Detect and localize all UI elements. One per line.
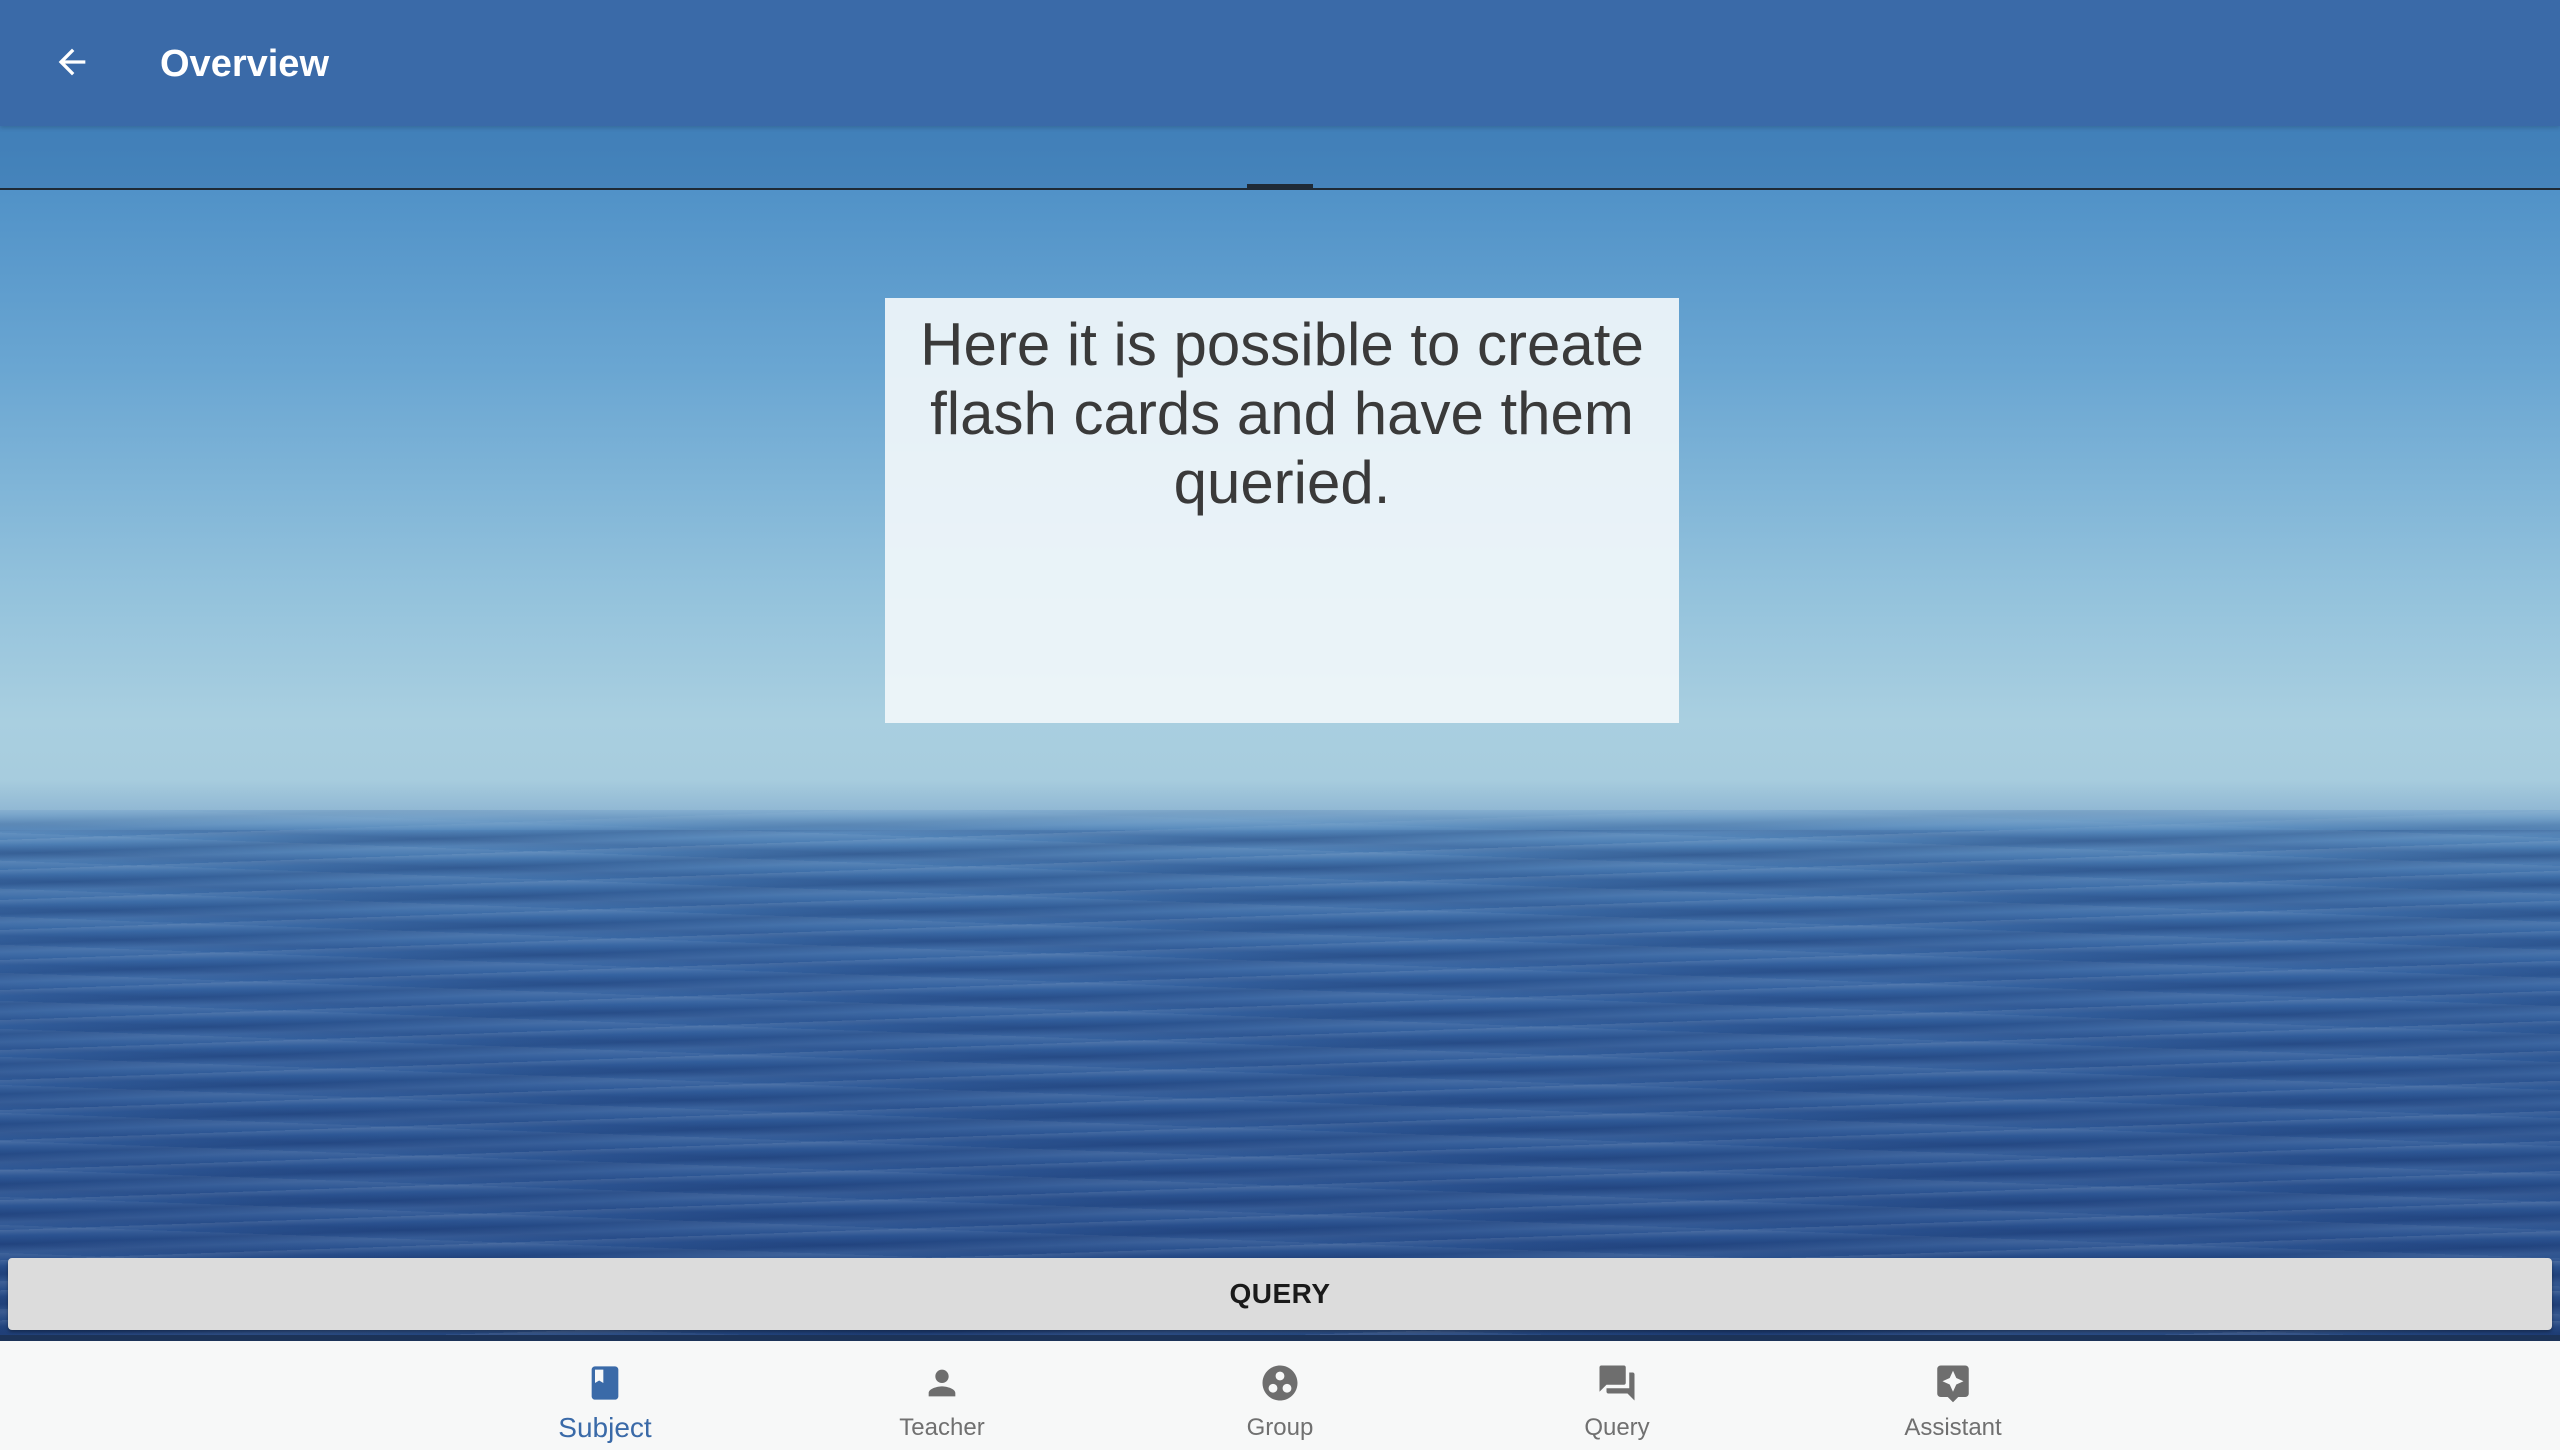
flash-card-text: Here it is possible to create flash card… xyxy=(920,311,1644,516)
chat-icon xyxy=(1593,1359,1641,1407)
book-icon xyxy=(581,1359,629,1407)
nav-label-subject: Subject xyxy=(558,1412,652,1443)
assistant-icon xyxy=(1929,1359,1977,1407)
flash-card[interactable]: Here it is possible to create flash card… xyxy=(885,298,1679,723)
app-bar: Overview xyxy=(0,0,2560,126)
screen: Overview Here it is possible to create f… xyxy=(0,0,2560,1450)
person-icon xyxy=(918,1359,966,1407)
nav-item-assistant[interactable]: Assistant xyxy=(1833,1341,2073,1450)
nav-item-group[interactable]: Group xyxy=(1160,1341,1400,1450)
tab-indicator[interactable] xyxy=(1247,184,1313,190)
nav-item-subject[interactable]: Subject xyxy=(485,1341,725,1450)
bottom-navigation: Subject Teacher Group Query Assistant xyxy=(0,1341,2560,1450)
group-icon xyxy=(1256,1359,1304,1407)
page-title: Overview xyxy=(160,43,329,85)
nav-label-query: Query xyxy=(1584,1414,1650,1441)
back-button[interactable] xyxy=(40,30,104,94)
nav-label-group: Group xyxy=(1246,1414,1314,1441)
background-horizon xyxy=(0,780,2560,830)
nav-label-assistant: Assistant xyxy=(1904,1414,2002,1441)
tab-strip xyxy=(0,126,2560,190)
query-button[interactable]: QUERY xyxy=(8,1258,2552,1330)
nav-item-query[interactable]: Query xyxy=(1497,1341,1737,1450)
nav-label-teacher: Teacher xyxy=(899,1414,985,1441)
nav-item-teacher[interactable]: Teacher xyxy=(822,1341,1062,1450)
arrow-back-icon xyxy=(58,48,86,76)
